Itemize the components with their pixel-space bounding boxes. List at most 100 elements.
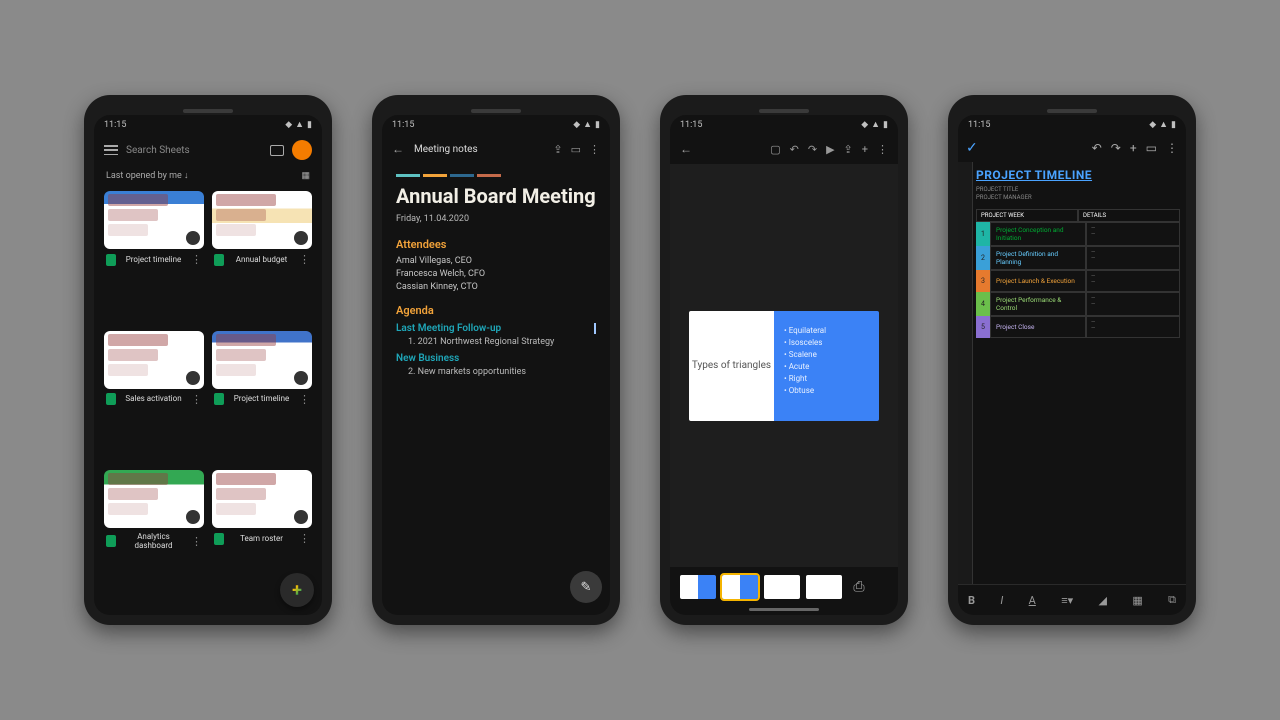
- file-thumbnail[interactable]: [212, 470, 312, 528]
- status-icons: ◆▲▮: [282, 119, 312, 130]
- file-tile[interactable]: Sales activation ⋮: [104, 331, 204, 465]
- file-name: Sales activation: [120, 394, 187, 403]
- phase-row[interactable]: 1Project Conception and Initiation——: [976, 222, 1180, 246]
- folder-icon[interactable]: [270, 145, 284, 156]
- file-more-icon[interactable]: ⋮: [299, 253, 310, 266]
- phase-index: 3: [976, 270, 990, 292]
- phase-detail: ——: [1086, 246, 1180, 270]
- more-icon[interactable]: ⋮: [1166, 141, 1178, 155]
- comment-icon[interactable]: ▭: [1146, 141, 1157, 155]
- redo-icon[interactable]: ↷: [808, 143, 817, 156]
- file-thumbnail[interactable]: [212, 331, 312, 389]
- phase-index: 5: [976, 316, 990, 338]
- slide-thumb-3[interactable]: [764, 575, 800, 599]
- decorative-stripes: [396, 174, 596, 177]
- slide-thumb-2[interactable]: [722, 575, 758, 599]
- phone-slides: 11:15 ◆▲▮ ← ▢ ↶ ↷ ▶ ⇪ + ⋮ Types of trian…: [660, 95, 908, 625]
- slide-bullets: EquilateralIsoscelesScaleneAcuteRightObt…: [774, 311, 879, 421]
- section-attendees: Attendees: [396, 238, 596, 251]
- undo-icon[interactable]: ↶: [790, 143, 799, 156]
- meta-project-title: PROJECT TITLE: [976, 186, 1180, 194]
- phase-name: Project Conception and Initiation: [990, 222, 1086, 246]
- text-color-icon[interactable]: A: [1029, 594, 1036, 607]
- share-icon[interactable]: ⇪: [553, 143, 562, 156]
- status-bar: 11:15 ◆▲▮: [958, 115, 1186, 134]
- more-icon[interactable]: ⋮: [589, 143, 600, 156]
- cast-icon[interactable]: ▢: [770, 143, 780, 156]
- align-icon[interactable]: ≡▾: [1061, 594, 1073, 607]
- add-icon[interactable]: +: [862, 143, 868, 156]
- slide-canvas[interactable]: Types of triangles EquilateralIsoscelesS…: [670, 164, 898, 567]
- fill-icon[interactable]: ◢: [1099, 594, 1107, 607]
- sort-filter[interactable]: Last opened by me ↓: [106, 170, 188, 181]
- current-slide[interactable]: Types of triangles EquilateralIsoscelesS…: [689, 311, 879, 421]
- phase-row[interactable]: 2Project Definition and Planning——: [976, 246, 1180, 270]
- attendee-line: Francesca Welch, CFO: [396, 268, 596, 281]
- file-tile[interactable]: Project timeline⋮: [212, 331, 312, 465]
- italic-icon[interactable]: I: [1000, 594, 1003, 607]
- done-icon[interactable]: ✓: [966, 140, 978, 156]
- file-name: Annual budget: [228, 255, 295, 264]
- phase-detail: ——: [1086, 222, 1180, 246]
- document-body[interactable]: Annual Board Meeting Friday, 11.04.2020 …: [382, 164, 610, 615]
- phase-detail: ——: [1086, 316, 1180, 338]
- doc-heading: Annual Board Meeting: [396, 185, 596, 208]
- meta-project-manager: PROJECT MANAGER: [976, 194, 1180, 202]
- agenda-sub-2: New Business: [396, 353, 596, 364]
- back-icon[interactable]: ←: [680, 142, 692, 156]
- search-input[interactable]: Search Sheets: [126, 145, 262, 156]
- merge-icon[interactable]: ⧉: [1168, 593, 1176, 607]
- phase-index: 1: [976, 222, 990, 246]
- view-grid-icon[interactable]: ▦: [301, 171, 310, 181]
- add-icon[interactable]: +: [1130, 141, 1137, 155]
- document-title: Meeting notes: [414, 144, 543, 155]
- file-more-icon[interactable]: ⋮: [299, 532, 310, 545]
- slide-bullet: Right: [784, 374, 869, 383]
- file-tile[interactable]: Annual budget ⋮: [212, 191, 312, 325]
- comment-icon[interactable]: ▭: [571, 143, 581, 156]
- back-icon[interactable]: ←: [392, 142, 404, 156]
- section-agenda: Agenda: [396, 304, 596, 317]
- more-icon[interactable]: ⋮: [877, 143, 888, 156]
- file-thumbnail[interactable]: [104, 470, 204, 528]
- slide-bullet: Obtuse: [784, 386, 869, 395]
- share-icon[interactable]: ⇪: [844, 143, 853, 156]
- file-tile[interactable]: Analytics dashboard⋮: [104, 470, 204, 609]
- phone-sheets-list: 11:15 ◆▲▮ Search Sheets Last opened by m…: [84, 95, 332, 625]
- spreadsheet-body[interactable]: PROJECT TIMELINE PROJECT TITLE PROJECT M…: [958, 162, 1186, 584]
- file-name: Project timeline: [120, 255, 187, 264]
- add-slide-icon[interactable]: ⎙: [848, 579, 870, 595]
- redo-icon[interactable]: ↷: [1111, 141, 1121, 155]
- file-thumbnail[interactable]: [104, 191, 204, 249]
- file-more-icon[interactable]: ⋮: [191, 253, 202, 266]
- bold-icon[interactable]: B: [968, 594, 975, 607]
- slide-thumb-1[interactable]: [680, 575, 716, 599]
- slide-bullet: Equilateral: [784, 326, 869, 335]
- col-project-week: PROJECT WEEK: [976, 209, 1078, 222]
- slide-thumb-4[interactable]: [806, 575, 842, 599]
- file-more-icon[interactable]: ⋮: [191, 393, 202, 406]
- menu-icon[interactable]: [104, 145, 118, 155]
- avatar[interactable]: [292, 140, 312, 160]
- phase-detail: ——: [1086, 292, 1180, 316]
- file-more-icon[interactable]: ⋮: [299, 393, 310, 406]
- phase-row[interactable]: 4Project Performance & Control——: [976, 292, 1180, 316]
- status-bar: 11:15 ◆▲▮: [382, 115, 610, 134]
- undo-icon[interactable]: ↶: [1092, 141, 1102, 155]
- phase-name: Project Close: [990, 316, 1086, 338]
- phase-detail: ——: [1086, 270, 1180, 292]
- sheets-icon: [214, 393, 224, 405]
- format-toolbar: B I A ≡▾ ◢ ▦ ⧉: [958, 584, 1186, 615]
- phase-row[interactable]: 3Project Launch & Execution——: [976, 270, 1180, 292]
- new-document-button[interactable]: +: [280, 573, 314, 607]
- phase-row[interactable]: 5Project Close——: [976, 316, 1180, 338]
- borders-icon[interactable]: ▦: [1132, 594, 1142, 607]
- file-tile[interactable]: Project timeline ⋮: [104, 191, 204, 325]
- file-more-icon[interactable]: ⋮: [191, 535, 202, 548]
- phase-index: 2: [976, 246, 990, 270]
- present-icon[interactable]: ▶: [826, 143, 834, 156]
- phase-index: 4: [976, 292, 990, 316]
- file-thumbnail[interactable]: [104, 331, 204, 389]
- file-thumbnail[interactable]: [212, 191, 312, 249]
- edit-button[interactable]: ✎: [570, 571, 602, 603]
